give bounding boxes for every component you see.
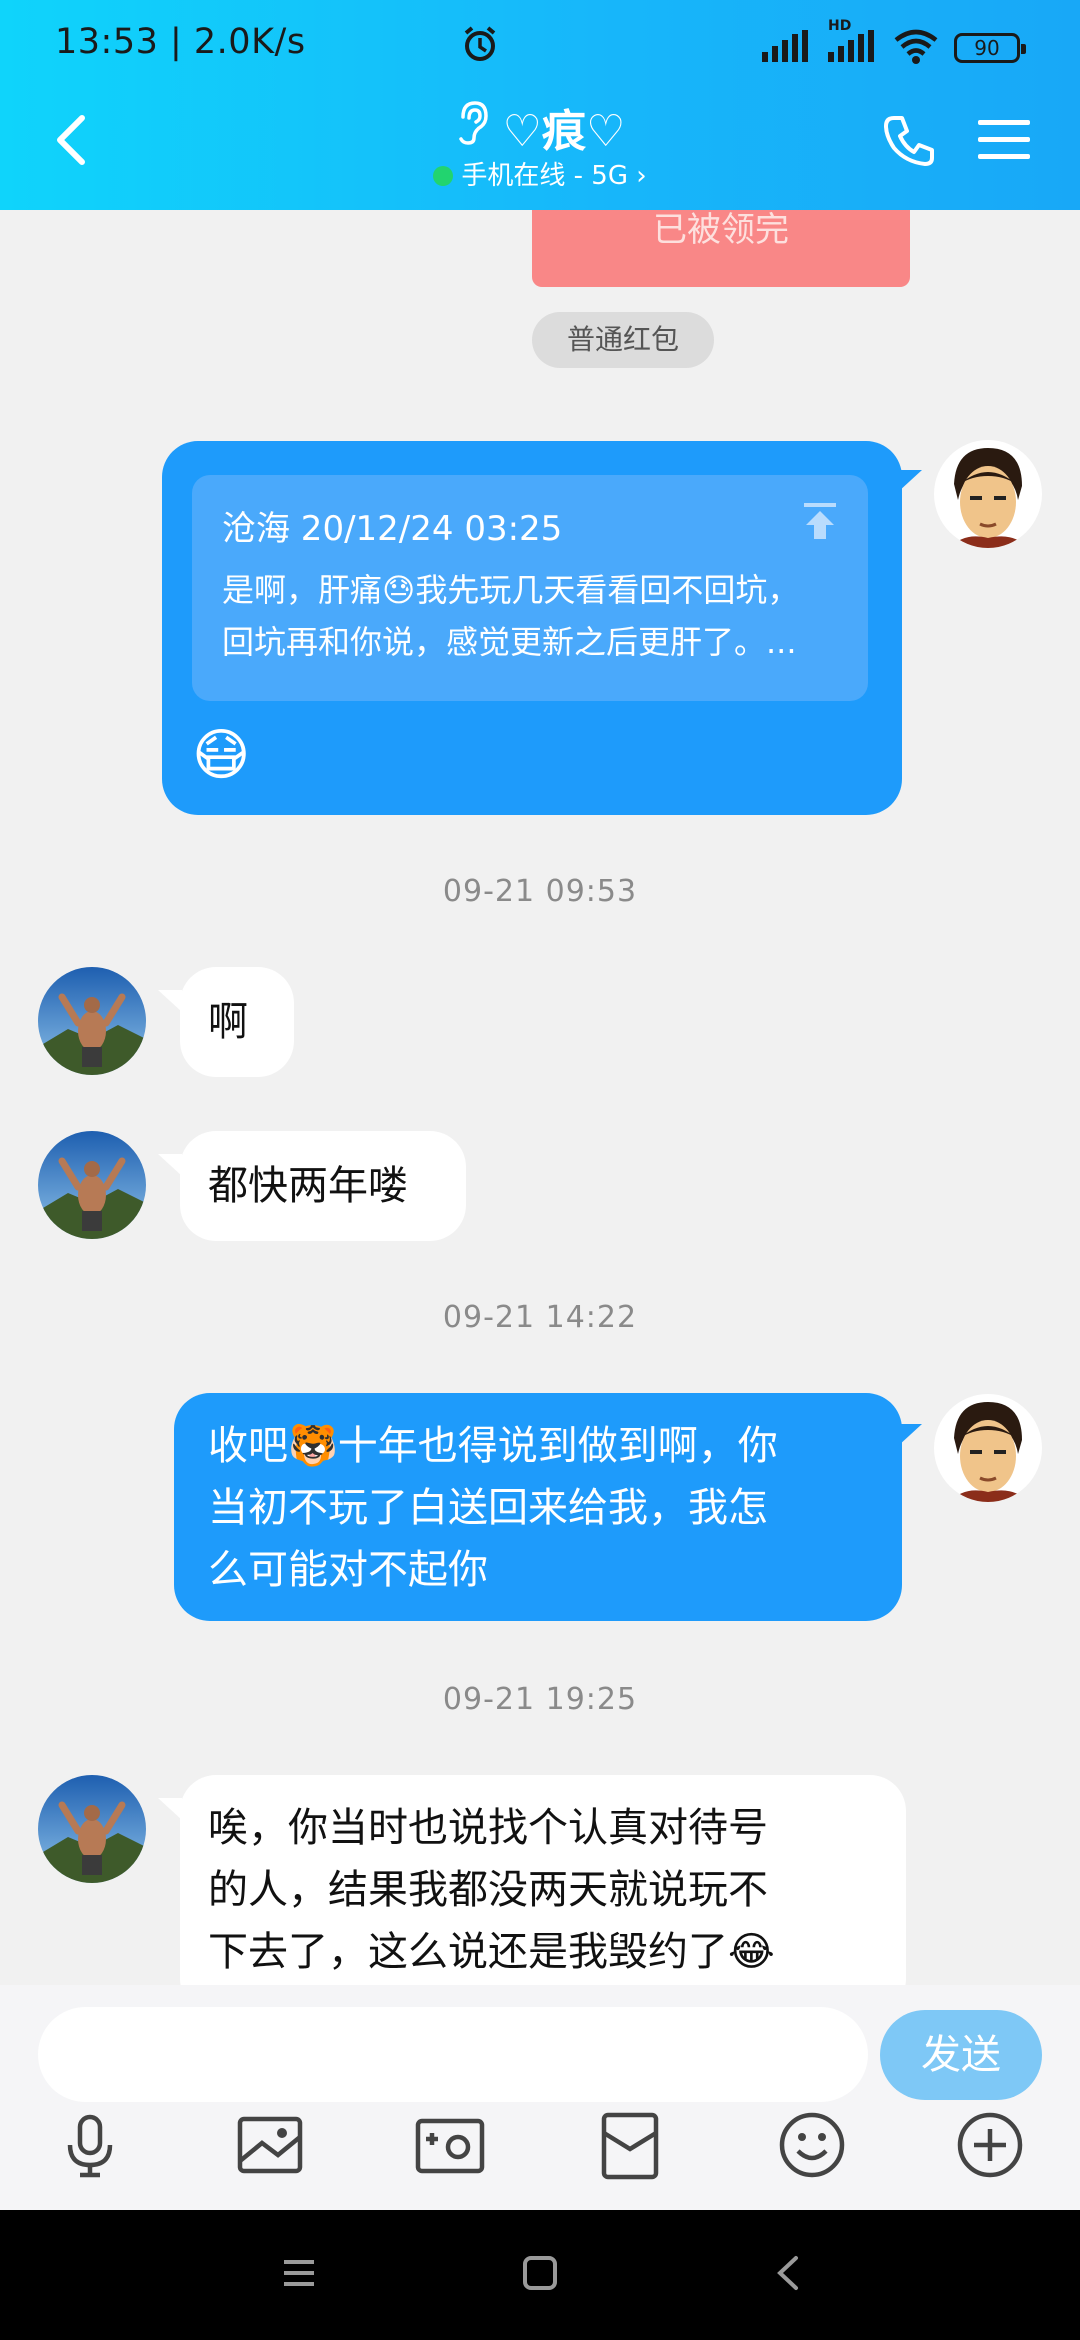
message-text: 都快两年喽 [208, 1163, 408, 1209]
bubble-tail [158, 990, 182, 1012]
alarm-icon [460, 24, 500, 68]
contact-avatar[interactable] [38, 1775, 146, 1883]
system-nav-bar [0, 2210, 1080, 2340]
back-nav-icon[interactable] [766, 2250, 812, 2296]
online-status-text: 手机在线 - 5G [461, 161, 628, 191]
incoming-message[interactable]: 唉，你当时也说找个认真对待号 的人，结果我都没两天就说玩不 下去了，这么说还是我… [180, 1775, 906, 2015]
menu-icon[interactable] [978, 117, 1030, 163]
message-text-line: 么可能对不起你 [208, 1547, 488, 1593]
camera-icon[interactable] [412, 2107, 488, 2183]
status-time-speed: 13:53 | 2.0K/s [55, 22, 306, 62]
message-text-line: 当初不玩了白送回来给我，我怎 [208, 1485, 768, 1531]
red-packet-type-label: 普通红包 [532, 312, 714, 368]
phone-icon[interactable] [880, 112, 938, 170]
recent-apps-icon[interactable] [276, 2250, 322, 2296]
my-avatar[interactable] [934, 1394, 1042, 1502]
red-packet-card[interactable]: 已被领完 [532, 205, 910, 287]
message-text: 唉，你当时也说找个认真对待号 的人，结果我都没两天就说玩不 下去了，这么说还是我… [208, 1797, 878, 1983]
red-packet-status: 已被领完 [653, 210, 789, 250]
bubble-tail [898, 1424, 922, 1446]
battery-indicator: 90 [954, 33, 1026, 63]
timestamp: 09-21 09:53 [442, 874, 638, 909]
input-bar: 发送 [0, 1985, 1080, 2210]
message-text-line: 唉，你当时也说找个认真对待号 [208, 1805, 768, 1851]
signal-hd-icon: HD [826, 18, 878, 66]
outgoing-message[interactable]: 收吧🐯十年也得说到做到啊，你 当初不玩了白送回来给我，我怎 么可能对不起你 [174, 1393, 902, 1621]
jump-to-top-icon[interactable] [800, 501, 840, 541]
battery-level: 90 [974, 36, 1000, 60]
my-avatar[interactable] [934, 440, 1042, 548]
quoted-message[interactable]: 沧海 20/12/24 03:25 是啊，肝痛😓我先玩几天看看回不回坑， 回坑再… [192, 475, 868, 701]
quote-text-line: 回坑再和你说，感觉更新之后更肝了。... [222, 623, 797, 661]
incoming-message[interactable]: 啊 [180, 967, 294, 1077]
image-icon[interactable] [232, 2107, 308, 2183]
network-label: HD [828, 18, 852, 34]
mask-emoji-sticker: 😷 [192, 723, 251, 788]
timestamp: 09-21 14:22 [442, 1300, 638, 1335]
bubble-tail [898, 470, 922, 492]
quote-author-time: 沧海 20/12/24 03:25 [222, 509, 563, 549]
send-button[interactable]: 发送 [880, 2010, 1042, 2100]
red-packet-icon[interactable] [592, 2107, 668, 2183]
chevron-right-icon: › [636, 161, 647, 191]
bubble-tail [158, 1798, 182, 1820]
emoji-icon[interactable] [774, 2107, 850, 2183]
plus-icon[interactable] [952, 2107, 1028, 2183]
message-text: 啊 [208, 999, 248, 1045]
incoming-message[interactable]: 都快两年喽 [180, 1131, 466, 1241]
outgoing-message-quote[interactable]: 沧海 20/12/24 03:25 是啊，肝痛😓我先玩几天看看回不回坑， 回坑再… [162, 441, 902, 815]
message-text: 收吧🐯十年也得说到做到啊，你 当初不玩了白送回来给我，我怎 么可能对不起你 [208, 1415, 868, 1601]
online-dot [433, 166, 454, 186]
quote-text-line: 是啊，肝痛😓我先玩几天看看回不回坑， [222, 571, 800, 609]
contact-avatar[interactable] [38, 1131, 146, 1239]
ear-icon[interactable] [455, 99, 489, 156]
message-text-line: 下去了，这么说还是我毁约了😂 [208, 1929, 775, 1975]
chat-title: ♡痕♡ [502, 106, 626, 157]
timestamp: 09-21 19:25 [442, 1682, 638, 1717]
microphone-icon[interactable] [52, 2107, 128, 2183]
chat-header: 13:53 | 2.0K/s HD 90 ♡痕♡ 手机在线 - 5G › [0, 0, 1080, 210]
message-text-line: 收吧🐯十年也得说到做到啊，你 [208, 1423, 778, 1469]
quote-text: 是啊，肝痛😓我先玩几天看看回不回坑， 回坑再和你说，感觉更新之后更肝了。... [222, 564, 838, 668]
bubble-tail [158, 1154, 182, 1176]
message-text-line: 的人，结果我都没两天就说玩不 [208, 1867, 768, 1913]
contact-avatar[interactable] [38, 967, 146, 1075]
home-icon[interactable] [517, 2250, 563, 2296]
status-icons: HD 90 [464, 18, 1026, 68]
message-input[interactable] [38, 2007, 868, 2102]
signal-icon [760, 30, 812, 66]
wifi-icon [892, 28, 940, 68]
